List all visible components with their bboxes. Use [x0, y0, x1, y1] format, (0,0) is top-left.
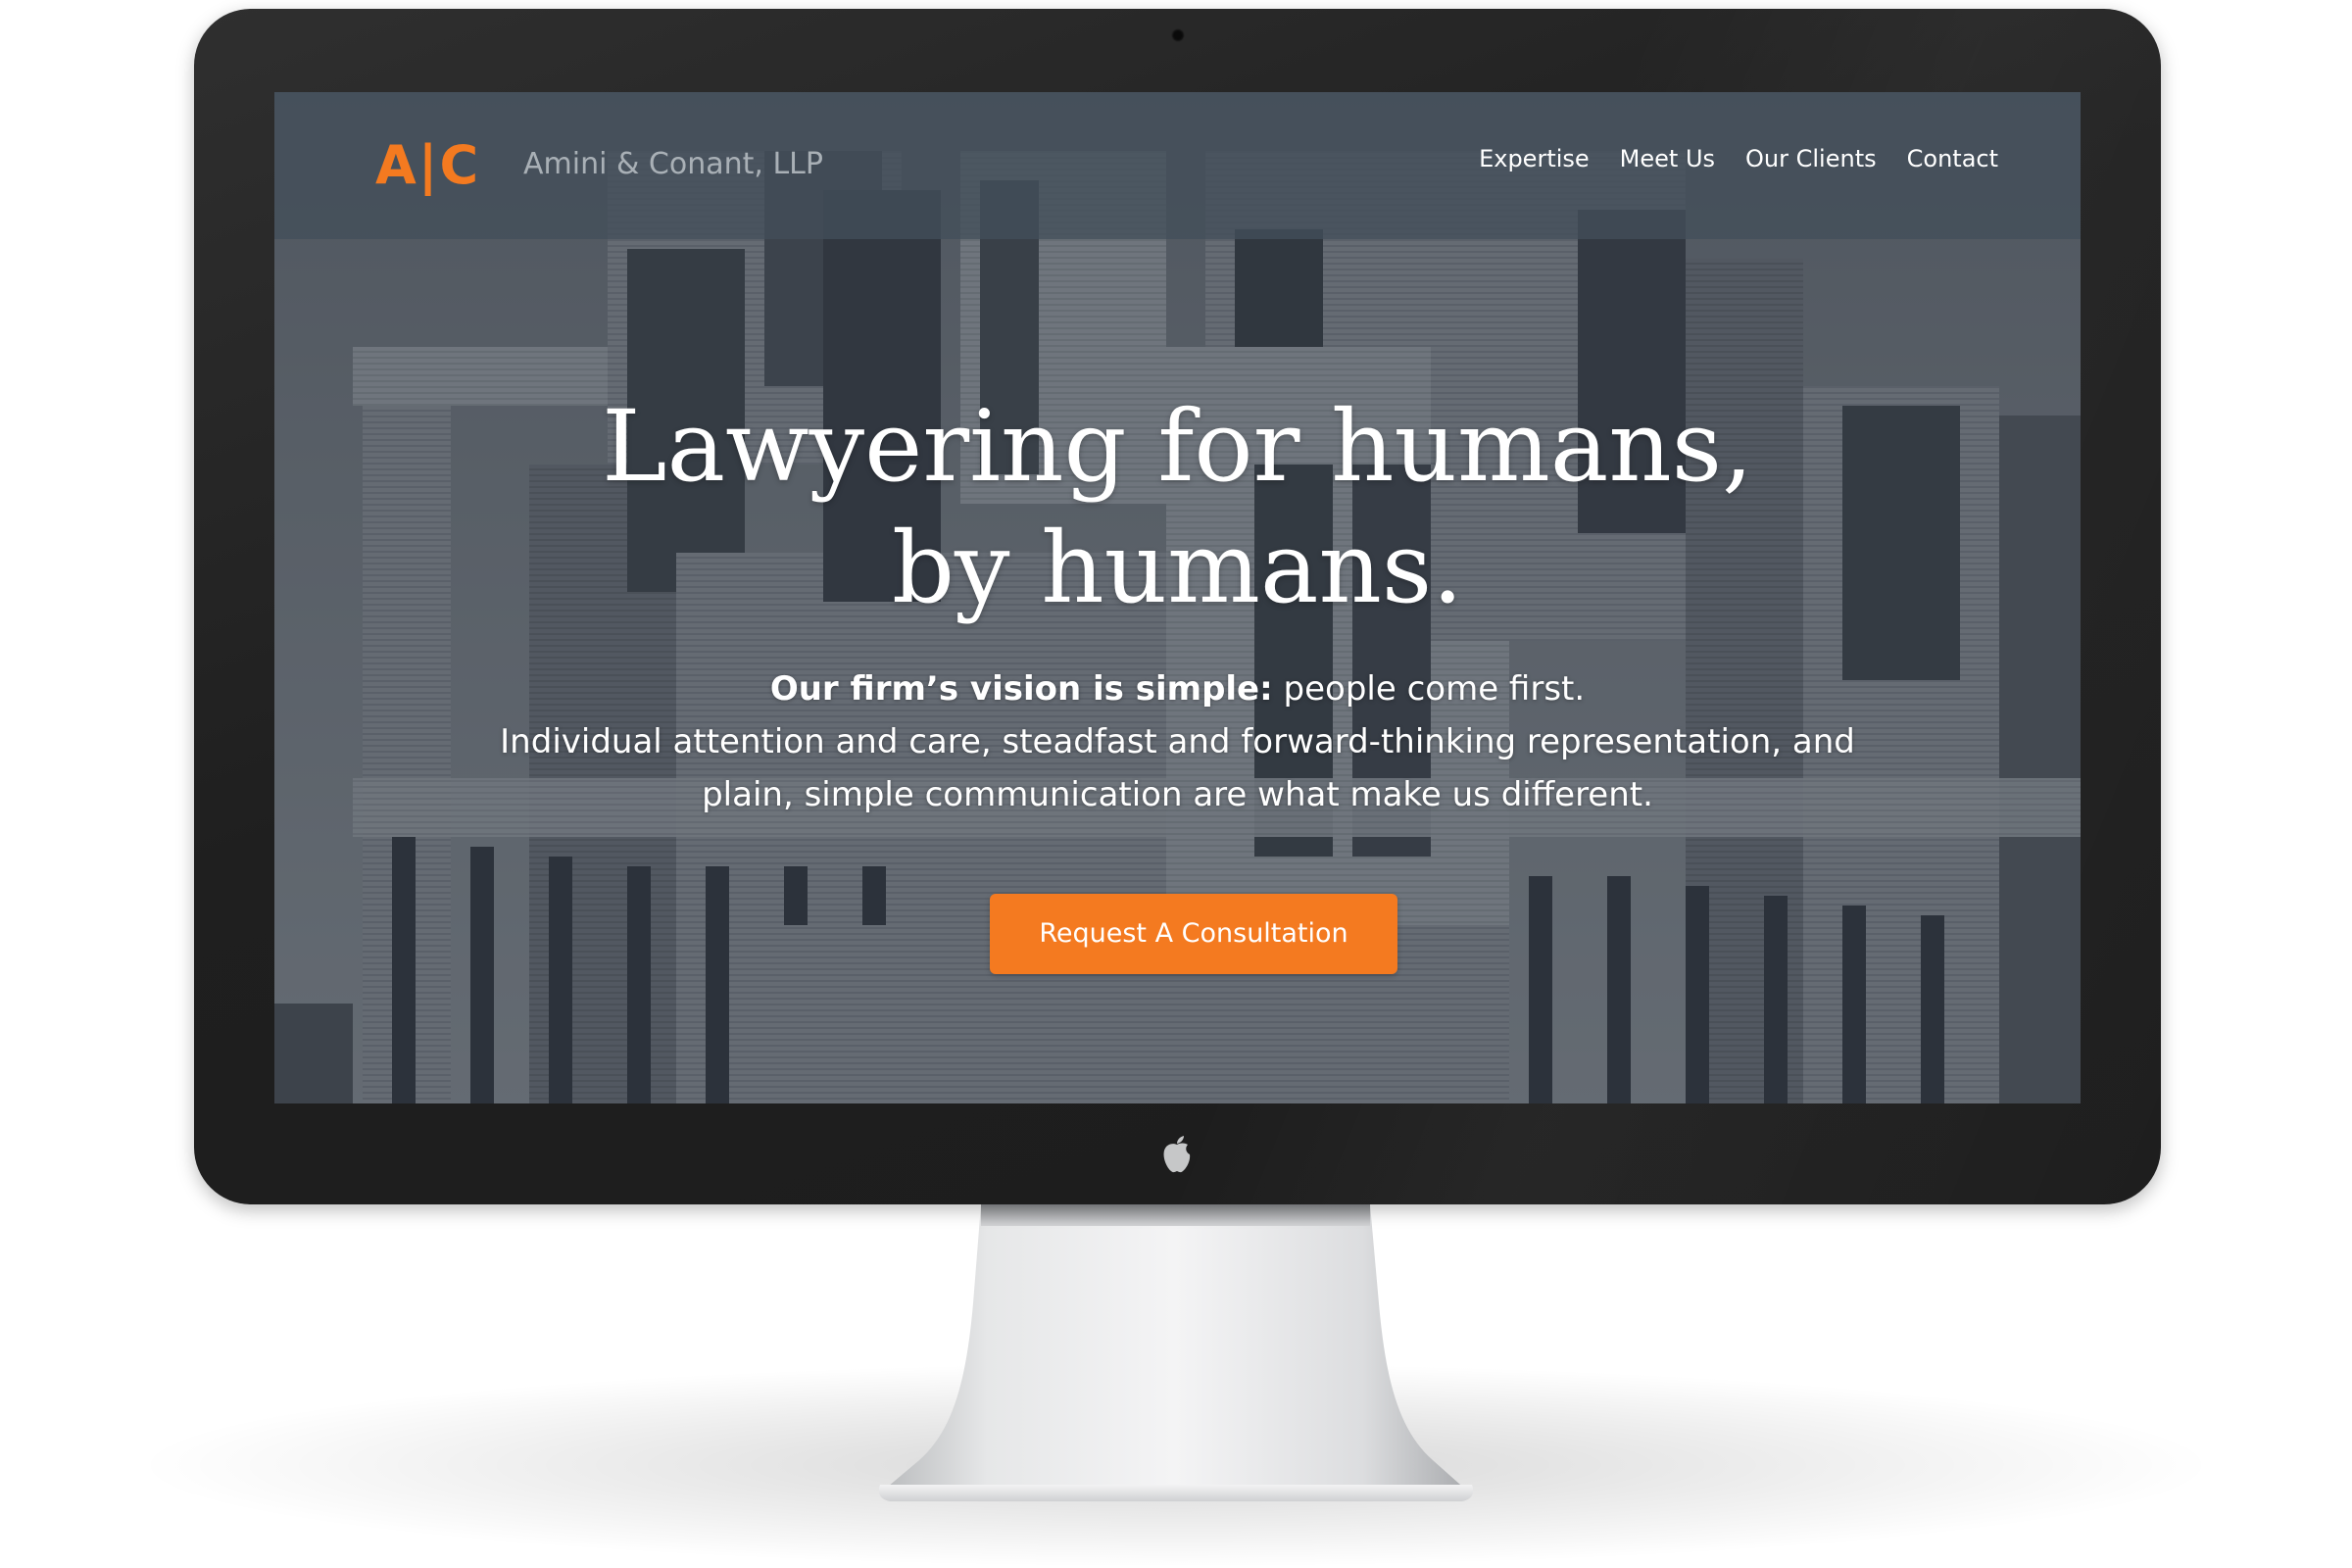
- hero-subcopy: Our firm’s vision is simple: people come…: [421, 662, 1934, 821]
- nav-links: Expertise Meet Us Our Clients Contact: [1448, 139, 1998, 178]
- body-line-1: Individual attention and care, steadfast…: [500, 722, 1855, 761]
- camera-dot: [1171, 28, 1185, 42]
- vision-bold: Our firm’s vision is simple:: [769, 669, 1273, 709]
- nav-meet-us[interactable]: Meet Us: [1620, 139, 1715, 178]
- vision-line: Our firm’s vision is simple: people come…: [421, 662, 1934, 715]
- nav-expertise[interactable]: Expertise: [1479, 139, 1590, 178]
- vision-rest: people come first.: [1272, 669, 1586, 709]
- floor-shadow: [127, 1362, 2225, 1568]
- hero-headline: Lawyering for humans, by humans.: [274, 386, 2081, 629]
- mockup-stage: A|C Amini & Conant, LLP Expertise Meet U…: [0, 0, 2352, 1568]
- firm-logo[interactable]: A|C: [375, 133, 480, 198]
- body-line-2: plain, simple communication are what mak…: [702, 775, 1653, 814]
- top-navbar: A|C Amini & Conant, LLP Expertise Meet U…: [274, 92, 2081, 239]
- hero-headline-line-2: by humans.: [891, 511, 1464, 625]
- website-screen: A|C Amini & Conant, LLP Expertise Meet U…: [274, 92, 2081, 1103]
- request-consultation-button[interactable]: Request A Consultation: [990, 894, 1397, 974]
- hero-headline-line-1: Lawyering for humans,: [602, 389, 1753, 504]
- firm-name[interactable]: Amini & Conant, LLP: [523, 143, 823, 186]
- apple-icon: [1163, 1136, 1191, 1173]
- nav-contact[interactable]: Contact: [1907, 139, 1998, 178]
- nav-our-clients[interactable]: Our Clients: [1745, 139, 1877, 178]
